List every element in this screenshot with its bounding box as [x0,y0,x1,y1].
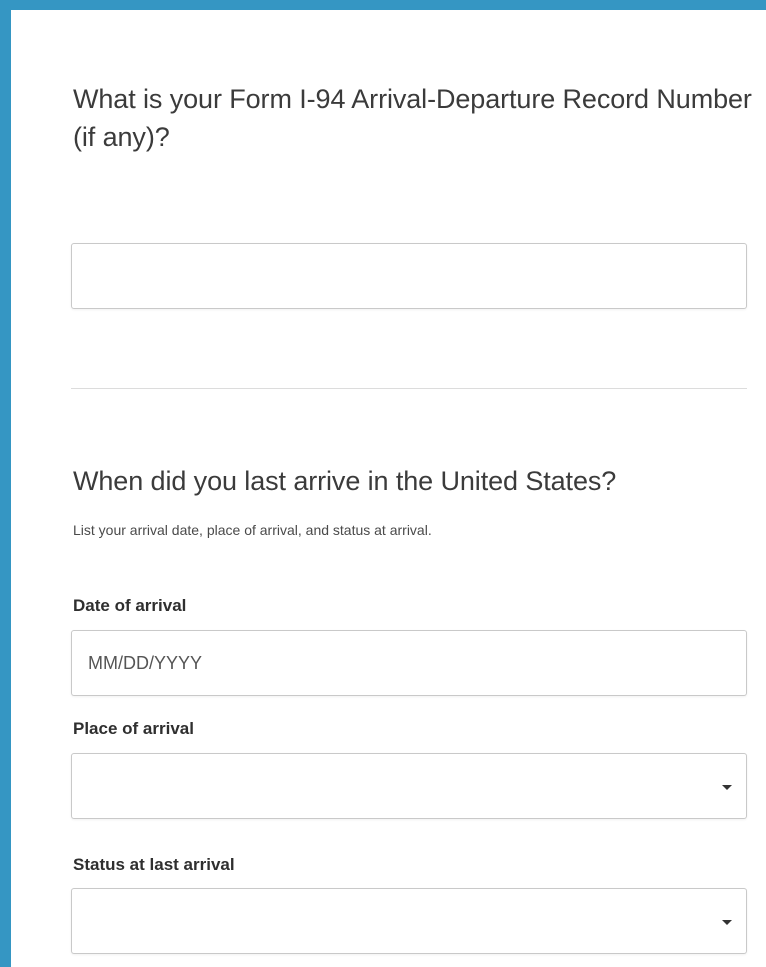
place-of-arrival-label: Place of arrival [73,719,194,738]
i94-question-heading: What is your Form I-94 Arrival-Departure… [73,84,752,152]
date-of-arrival-input[interactable] [71,630,747,696]
arrival-hint-text: List your arrival date, place of arrival… [73,522,432,538]
i94-number-input[interactable] [71,243,747,309]
caret-down-icon [722,920,732,925]
section-divider [71,388,747,389]
status-at-last-arrival-label: Status at last arrival [73,855,235,874]
status-at-last-arrival-select[interactable] [71,888,747,954]
date-of-arrival-label: Date of arrival [73,596,187,615]
form-panel: What is your Form I-94 Arrival-Departure… [0,0,766,967]
arrival-question-heading: When did you last arrive in the United S… [73,466,617,496]
caret-down-icon [722,785,732,790]
place-of-arrival-select[interactable] [71,753,747,819]
